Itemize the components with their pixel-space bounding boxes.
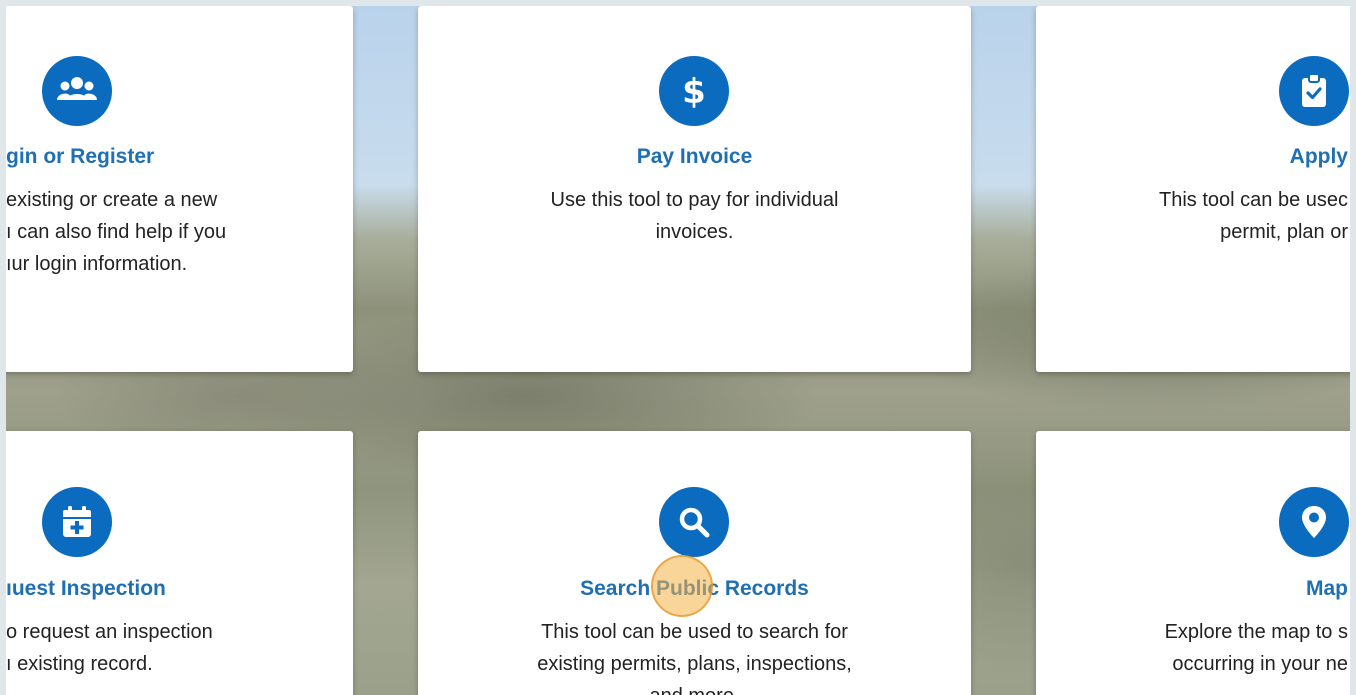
calendar-plus-icon <box>42 487 112 557</box>
card-desc-line: and more. <box>418 680 971 695</box>
svg-text:$: $ <box>682 72 706 111</box>
card-apply[interactable]: Apply This tool can be usec permit, plan… <box>1036 6 1350 372</box>
card-pay-invoice[interactable]: $ Pay Invoice Use this tool to pay for i… <box>418 6 971 372</box>
search-icon <box>659 487 729 557</box>
card-desc-line: existing or create a new <box>6 189 218 211</box>
card-desc-line: ı can also find help if you <box>6 221 227 243</box>
click-indicator <box>651 555 713 617</box>
card-title[interactable]: ıuest Inspection <box>6 576 166 602</box>
card-desc-line: This tool can be usec <box>1159 189 1348 211</box>
card-desc-line: o request an inspection <box>6 621 213 643</box>
card-desc-line: invoices. <box>655 221 734 243</box>
map-pin-icon <box>1279 487 1349 557</box>
card-desc-line: ıur login information. <box>6 253 188 275</box>
card-desc-line: existing permits, plans, inspections, <box>537 653 852 675</box>
card-title[interactable]: Map <box>1306 576 1348 602</box>
card-map[interactable]: Map Explore the map to s occurring in yo… <box>1036 431 1350 695</box>
card-desc-line: Use this tool to pay for individual <box>550 189 839 211</box>
card-title[interactable]: Pay Invoice <box>418 144 971 170</box>
card-desc-line: permit, plan or <box>1220 221 1348 243</box>
users-icon <box>42 56 112 126</box>
card-desc-line: This tool can be used to search for <box>541 621 848 643</box>
card-request-inspection[interactable]: ıuest Inspection o request an inspection… <box>6 431 353 695</box>
card-title[interactable]: gin or Register <box>6 144 154 170</box>
card-desc-line: occurring in your ne <box>1172 653 1348 675</box>
card-login-register[interactable]: gin or Register existing or create a new… <box>6 6 353 372</box>
card-desc-line: Explore the map to s <box>1164 621 1348 643</box>
card-desc-line: ı existing record. <box>6 653 153 675</box>
dollar-icon: $ <box>659 56 729 126</box>
clipboard-check-icon <box>1279 56 1349 126</box>
card-title[interactable]: Apply <box>1290 144 1348 170</box>
